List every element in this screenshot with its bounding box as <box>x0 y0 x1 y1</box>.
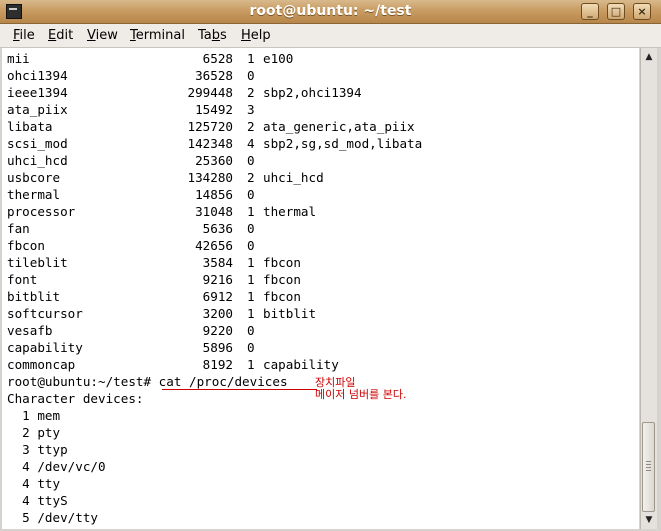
terminal-output[interactable]: mii 6528 1 e100 ohci1394 36528 0 ieee1394 299448… <box>2 48 639 529</box>
module-size: 6528 <box>202 51 233 66</box>
module-size: 42656 <box>195 238 233 253</box>
output-line: 1 mem <box>7 408 61 423</box>
module-used-by: fbcon <box>263 289 301 304</box>
output-line: 5 /dev/tty <box>7 510 98 525</box>
output-line: 2 pty <box>7 425 61 440</box>
module-used-count: 1 <box>247 289 255 304</box>
menu-help[interactable]: Help <box>241 28 271 43</box>
module-used-count: 0 <box>247 221 255 236</box>
module-used-count: 4 <box>247 136 255 151</box>
module-name: libata <box>7 119 53 134</box>
menu-bar: File Edit View Terminal Tabs Help <box>0 24 661 48</box>
module-name: vesafb <box>7 323 53 338</box>
module-used-count: 0 <box>247 340 255 355</box>
module-size: 125720 <box>187 119 234 134</box>
module-used-by: sbp2,sg,sd_mod,libata <box>263 136 423 151</box>
module-name: usbcore <box>7 170 61 185</box>
scroll-down-icon[interactable]: ▼ <box>642 513 656 527</box>
maximize-button[interactable]: □ <box>607 3 625 20</box>
module-name: scsi_mod <box>7 136 68 151</box>
prompt-line: root@ubuntu:~/test# cat /proc/devices <box>7 373 288 390</box>
module-used-count: 2 <box>247 85 255 100</box>
module-used-count: 1 <box>247 272 255 287</box>
module-name: font <box>7 272 38 287</box>
annotation-underline <box>162 389 317 390</box>
module-used-count: 0 <box>247 187 255 202</box>
module-used-count: 2 <box>247 119 255 134</box>
module-used-count: 0 <box>247 323 255 338</box>
module-size: 134280 <box>187 170 234 185</box>
module-size: 5896 <box>202 340 233 355</box>
module-used-count: 0 <box>247 153 255 168</box>
module-used-count: 2 <box>247 170 255 185</box>
module-used-by: sbp2,ohci1394 <box>263 85 362 100</box>
close-button[interactable]: × <box>633 3 651 20</box>
output-line: Character devices: <box>7 391 144 406</box>
module-used-by: ata_generic,ata_piix <box>263 119 415 134</box>
module-name: fbcon <box>7 238 45 253</box>
command-text: cat /proc/devices <box>158 374 288 389</box>
module-used-by: bitblit <box>263 306 317 321</box>
output-line: 4 ttyS <box>7 493 68 508</box>
menu-file[interactable]: File <box>13 28 35 43</box>
module-size: 15492 <box>195 102 233 117</box>
module-size: 9220 <box>202 323 233 338</box>
module-name: fan <box>7 221 30 236</box>
module-name: ieee1394 <box>7 85 68 100</box>
scroll-thumb[interactable] <box>642 422 655 512</box>
menu-edit[interactable]: Edit <box>48 28 73 43</box>
output-line: 4 tty <box>7 476 61 491</box>
minimize-button[interactable]: _ <box>581 3 599 20</box>
module-used-count: 0 <box>247 238 255 253</box>
module-used-count: 1 <box>247 204 255 219</box>
module-name: uhci_hcd <box>7 153 68 168</box>
module-size: 8192 <box>202 357 233 372</box>
output-line: 4 /dev/vc/0 <box>7 459 106 474</box>
module-name: tileblit <box>7 255 68 270</box>
module-size: 25360 <box>195 153 233 168</box>
annotation-line-2: 메이저 넘버를 본다. <box>315 388 407 401</box>
module-used-count: 1 <box>247 357 255 372</box>
module-size: 142348 <box>187 136 234 151</box>
module-name: bitblit <box>7 289 61 304</box>
title-bar[interactable]: root@ubuntu: ~/test _ □ × <box>0 0 661 24</box>
module-used-by: thermal <box>263 204 317 219</box>
module-size: 14856 <box>195 187 233 202</box>
module-size: 3200 <box>202 306 233 321</box>
output-line: 3 ttyp <box>7 442 68 457</box>
module-name: thermal <box>7 187 61 202</box>
module-size: 36528 <box>195 68 233 83</box>
module-size: 5636 <box>202 221 233 236</box>
module-size: 31048 <box>195 204 233 219</box>
module-name: softcursor <box>7 306 83 321</box>
vertical-scrollbar[interactable]: ▲ ▼ <box>640 48 657 529</box>
window-title: root@ubuntu: ~/test <box>249 3 412 19</box>
module-used-count: 3 <box>247 102 255 117</box>
module-name: ata_piix <box>7 102 68 117</box>
module-size: 299448 <box>187 85 234 100</box>
module-name: processor <box>7 204 76 219</box>
scroll-up-icon[interactable]: ▲ <box>642 50 656 64</box>
module-size: 9216 <box>202 272 233 287</box>
module-used-count: 1 <box>247 306 255 321</box>
module-name: commoncap <box>7 357 76 372</box>
prompt-text: root@ubuntu:~/test# <box>7 374 159 389</box>
module-used-by: capability <box>263 357 339 372</box>
window-border <box>657 48 661 531</box>
module-name: ohci1394 <box>7 68 68 83</box>
menu-terminal[interactable]: Terminal <box>130 28 185 43</box>
module-used-by: fbcon <box>263 255 301 270</box>
module-name: mii <box>7 51 30 66</box>
module-used-count: 1 <box>247 51 255 66</box>
module-used-by: fbcon <box>263 272 301 287</box>
menu-view[interactable]: View <box>87 28 118 43</box>
module-size: 3584 <box>202 255 233 270</box>
module-name: capability <box>7 340 83 355</box>
module-size: 6912 <box>202 289 233 304</box>
module-used-by: e100 <box>263 51 294 66</box>
module-used-by: uhci_hcd <box>263 170 324 185</box>
module-used-count: 1 <box>247 255 255 270</box>
module-used-count: 0 <box>247 68 255 83</box>
menu-tabs[interactable]: Tabs <box>198 28 227 43</box>
